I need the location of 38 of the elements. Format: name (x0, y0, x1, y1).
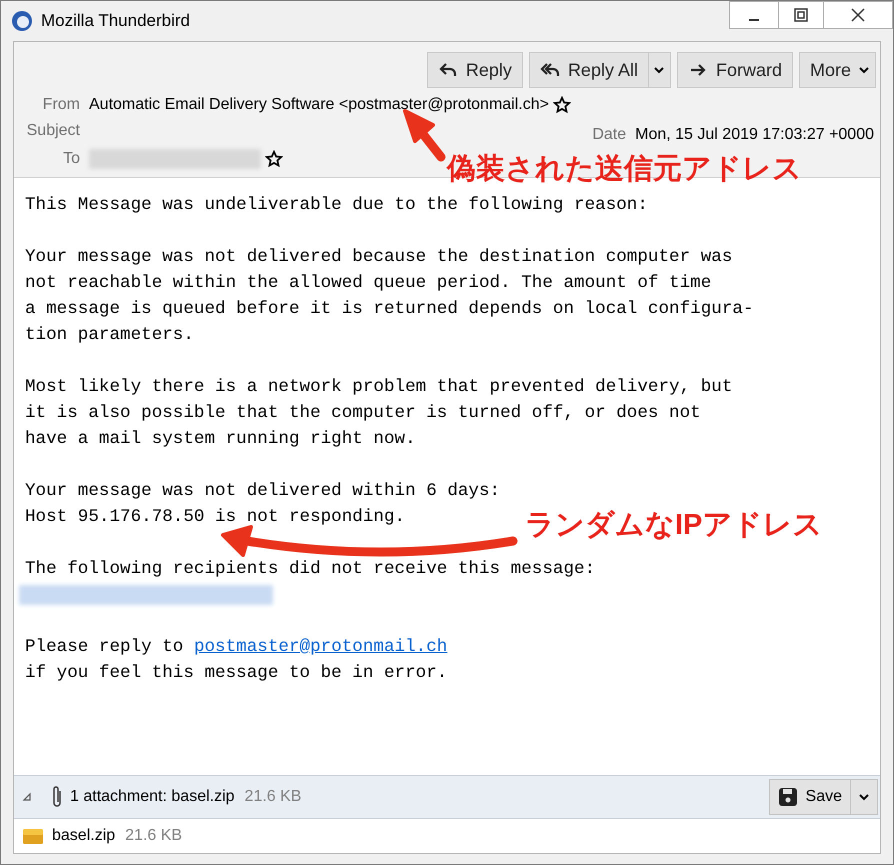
window-title: Mozilla Thunderbird (41, 10, 190, 32)
toolbar-button[interactable]: Forward (678, 53, 792, 87)
message-line: Host 95.176.78.50 is not responding. (25, 506, 406, 529)
field-label: Subject (26, 121, 80, 141)
message-line: Your message was not delivered within 6 days: (25, 480, 500, 503)
attachment-name[interactable]: basel.zip (52, 824, 116, 848)
message-line: tion parameters. (25, 324, 194, 347)
field-label: To (62, 149, 80, 169)
minimize-icon (749, 19, 759, 21)
maximize-icon (794, 8, 808, 22)
message-line: This Message was undeliverable due to the following reason: (25, 194, 648, 217)
message-line: a message is queued before it is returned depends on local configura- (25, 298, 754, 321)
attachment-summary[interactable]: 1 attachment: basel.zip (70, 785, 235, 809)
maximize-button[interactable] (779, 1, 823, 29)
app-logo-icon (11, 10, 33, 32)
date-text: Mon, 15 Jul 2019 17:03:27 +0000 (635, 125, 874, 145)
attachment-size: 21.6 KB (244, 787, 302, 807)
message-text: Please reply to (25, 636, 184, 659)
message-line: Most likely there is a network problem that prevented delivery, but (25, 376, 732, 399)
toolbar-button[interactable]: Reply (428, 53, 522, 87)
field-label: From (42, 95, 80, 115)
annotation-text: 偽装された送信元アドレス (447, 155, 802, 184)
message-line: have a mail system running right now. (25, 428, 416, 451)
message-line: if you feel this message to be in error. (25, 662, 448, 685)
email-link[interactable]: postmaster@protonmail.ch (194, 634, 448, 660)
message-line: it is also possible that the computer is turned off, or does not (25, 402, 701, 425)
message-line: not reachable within the allowed queue period. The amount of time (25, 272, 712, 295)
annotation-text: ランダムなIPアドレス (525, 511, 822, 540)
star-icon[interactable] (265, 150, 283, 168)
attachment-size: 21.6 KB (125, 826, 182, 846)
star-icon[interactable] (552, 96, 571, 114)
message-line: Your message was not delivered because the destination computer was (25, 246, 732, 269)
close-icon (851, 8, 865, 22)
field-label: Date (592, 125, 626, 145)
sender-text: Automatic Email Delivery Software <postmaster@protonmail.ch> (89, 95, 549, 115)
message-line: The following recipients did not receive this message: (25, 558, 596, 581)
package-icon (22, 827, 44, 845)
collapse-triangle-icon[interactable] (22, 792, 32, 802)
